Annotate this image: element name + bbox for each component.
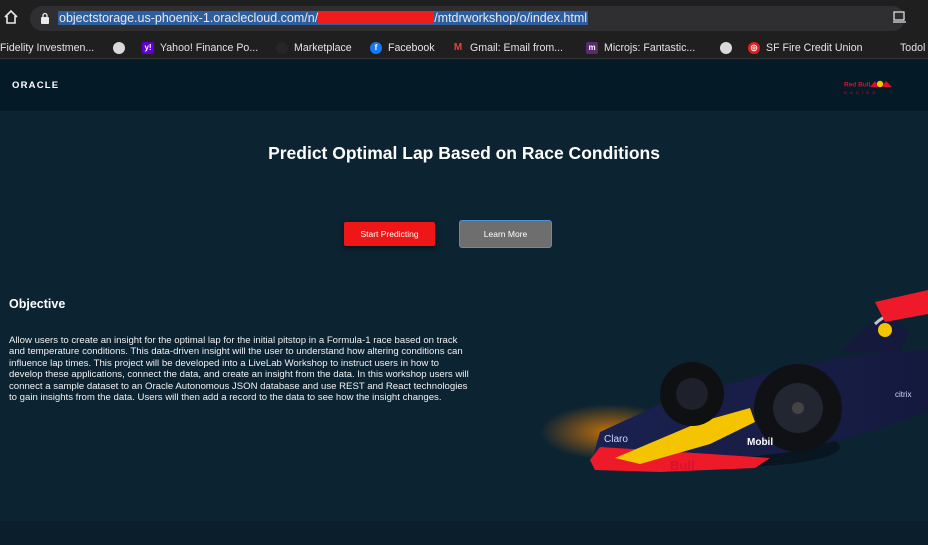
facebook-icon: f	[370, 42, 382, 54]
oracle-logo[interactable]: ORACLE	[12, 80, 59, 91]
bookmark-todo[interactable]: Todol	[900, 40, 925, 56]
bookmark-facebook[interactable]: f Facebook	[370, 40, 435, 56]
svg-text:Claro: Claro	[604, 434, 628, 445]
github-icon	[276, 42, 288, 54]
browser-address-bar: objectstorage.us-phoenix-1.oraclecloud.c…	[0, 0, 928, 37]
bookmark-fidelity[interactable]: Fidelity Investmen...	[0, 40, 94, 56]
yahoo-icon: y!	[142, 42, 154, 54]
objective-description: Allow users to create an insight for the…	[9, 335, 469, 404]
globe-icon	[113, 42, 125, 54]
url-path: /mtdrworkshop/o/index.html	[434, 11, 588, 25]
bookmark-globe-2[interactable]	[720, 40, 738, 56]
bookmark-label: Todol	[900, 42, 926, 54]
bookmark-marketplace[interactable]: Marketplace	[276, 40, 352, 56]
microjs-icon: m	[586, 42, 598, 54]
bookmark-globe[interactable]	[113, 40, 131, 56]
bookmark-label: SF Fire Credit Union	[766, 42, 863, 54]
svg-text:Red Bull: Red Bull	[844, 82, 871, 89]
url-host: objectstorage.us-phoenix-1.oraclecloud.c…	[59, 11, 319, 25]
bookmark-gmail[interactable]: M Gmail: Email from...	[452, 40, 563, 56]
redacted-path	[318, 11, 435, 24]
bookmarks-bar: Fidelity Investmen... y! Yahoo! Finance …	[0, 37, 928, 59]
target-icon: ◎	[748, 42, 760, 54]
bookmark-yahoo[interactable]: y! Yahoo! Finance Po...	[142, 40, 258, 56]
svg-text:Mobil: Mobil	[747, 437, 773, 448]
bookmark-label: Gmail: Email from...	[470, 42, 564, 54]
f1-car-image: Claro Mobil Bull citrix	[540, 290, 928, 473]
bookmark-label: Microjs: Fantastic...	[604, 42, 696, 54]
globe-icon	[720, 42, 732, 54]
redbull-racing-logo[interactable]: Red Bull RACING	[840, 78, 894, 96]
start-predicting-button[interactable]: Start Predicting	[344, 222, 435, 246]
bookmark-label: Yahoo! Finance Po...	[160, 42, 259, 54]
bookmark-label: Marketplace	[294, 42, 352, 54]
gmail-icon: M	[452, 42, 464, 54]
objective-heading: Objective	[9, 297, 66, 311]
site-header: ORACLE Red Bull RACING	[0, 60, 928, 111]
lock-icon[interactable]	[40, 12, 50, 24]
bookmark-label: Facebook	[388, 42, 435, 54]
svg-text:citrix: citrix	[895, 390, 911, 399]
page-footer	[0, 521, 928, 545]
home-icon[interactable]	[3, 9, 19, 25]
tab-search-icon[interactable]	[893, 11, 907, 23]
hero-title: Predict Optimal Lap Based on Race Condit…	[268, 143, 660, 163]
web-page: ORACLE Red Bull RACING Predict Optimal L…	[0, 60, 928, 545]
url-text: objectstorage.us-phoenix-1.oraclecloud.c…	[58, 11, 589, 25]
svg-text:RACING: RACING	[844, 90, 879, 95]
bookmark-label: Fidelity Investmen...	[0, 42, 95, 54]
learn-more-button[interactable]: Learn More	[459, 220, 552, 248]
bookmark-sf-fire[interactable]: ◎ SF Fire Credit Union	[748, 40, 863, 56]
bookmark-microjs[interactable]: m Microjs: Fantastic...	[586, 40, 695, 56]
svg-text:Bull: Bull	[670, 458, 695, 473]
url-field[interactable]: objectstorage.us-phoenix-1.oraclecloud.c…	[30, 6, 905, 31]
